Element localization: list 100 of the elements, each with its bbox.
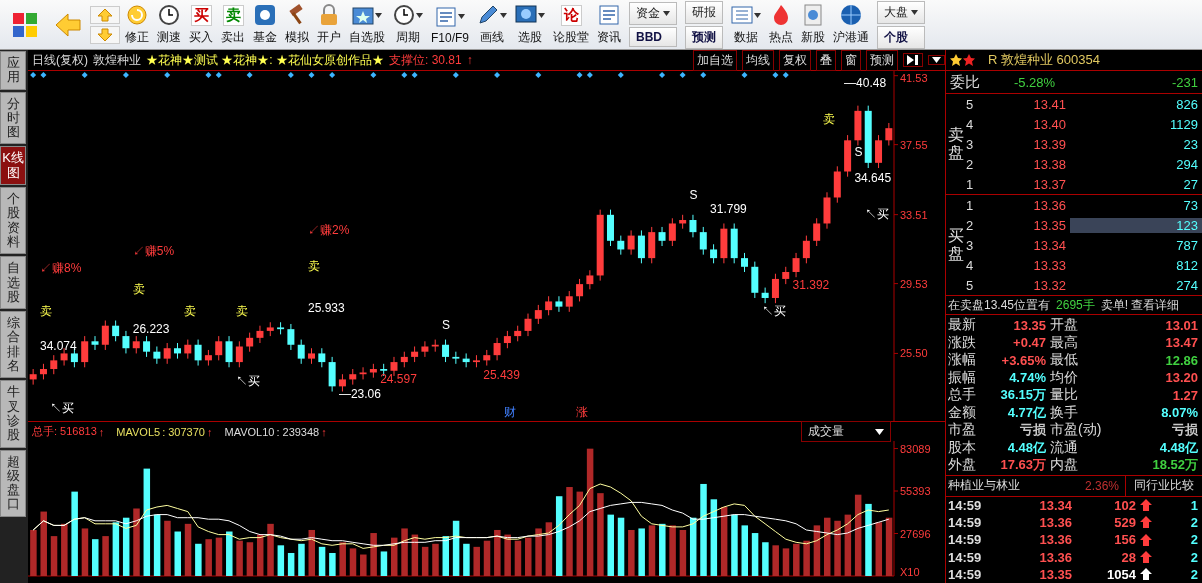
total-volume-label: 总手: 516813 (32, 424, 97, 439)
toolbar-button[interactable]: 开户 (314, 0, 344, 49)
mavol5-value: : 307370 (162, 425, 205, 438)
toolbar-button[interactable]: 买 买入 (186, 0, 216, 49)
unit-label: X10 (900, 566, 920, 578)
toolbar-button[interactable]: F10/F9 (428, 0, 472, 49)
toolbar-button[interactable]: 自选股 (346, 0, 388, 49)
toolbar-button[interactable]: 周期 (390, 0, 426, 49)
toolbar-button[interactable]: 新股 (798, 0, 828, 49)
trade-count: 2 (1189, 549, 1198, 565)
notice-link[interactable]: 卖单! 查看详细 (1100, 296, 1180, 314)
chart-button[interactable]: 叠 (816, 49, 836, 71)
toolbar-button[interactable]: 个股 (877, 25, 925, 49)
toolbar-button[interactable]: 大盘 (877, 0, 925, 24)
order-price: 13.32 (1032, 277, 1066, 293)
chart-button[interactable]: 窗 (841, 49, 861, 71)
level-number: 2 (966, 217, 975, 233)
toolbar-button[interactable]: 修正 (122, 0, 152, 49)
side-tab[interactable]: 牛叉诊股 (0, 380, 26, 448)
chart-button[interactable]: 复权 (779, 49, 811, 71)
toolbar-button[interactable]: 测速 (154, 0, 184, 49)
axis-label: 55393 (900, 485, 931, 497)
trade-volume: 102 (1113, 497, 1136, 513)
level-number: 5 (966, 277, 975, 293)
stat-value: 13.01 (1164, 317, 1198, 333)
toolbar-button[interactable]: 资金 (629, 2, 677, 25)
side-tab[interactable]: 个股资料 (0, 187, 26, 255)
side-tab[interactable]: 超级盘口 (0, 449, 26, 517)
chart-annotation: 卖 (308, 259, 320, 274)
toolbar-button[interactable]: 卖 卖出 (218, 0, 248, 49)
stat-label: 最低 (1049, 351, 1079, 369)
stat-value: 13.47 (1164, 335, 1198, 350)
toolbar-button[interactable]: 模拟 (282, 0, 312, 49)
toolbar-button[interactable]: 资讯 (594, 0, 624, 49)
chart-annotation: 24.597 (380, 371, 417, 386)
order-volume: 274 (1175, 277, 1199, 293)
chart-button[interactable]: 均线 (742, 49, 774, 71)
chart-annotation: 25.933 (308, 300, 345, 315)
chart-annotation: ↖买 (50, 401, 75, 416)
stat-value: 12.86 (1164, 352, 1198, 368)
stat-value: 13.20 (1164, 370, 1198, 385)
chart-annotation: ↖买 (235, 373, 260, 388)
toolbar-button[interactable]: 热点 (766, 0, 796, 49)
chart-annotation: 卖 (235, 304, 248, 319)
side-tab[interactable]: 自选股 (0, 256, 26, 310)
stat-label: 总手 (948, 386, 977, 404)
stat-value: 亏损 (1171, 421, 1198, 439)
side-tab[interactable]: K线图 (0, 146, 26, 186)
chart-annotation: S (854, 144, 863, 159)
toolbar-button[interactable]: BBD (629, 27, 677, 47)
side-tab[interactable]: 综合排名 (0, 311, 26, 379)
trade-time: 14:59 (948, 549, 983, 565)
trade-count: 2 (1189, 566, 1198, 582)
chart-button[interactable]: 加自选 (693, 49, 737, 71)
chart-annotation: —40.48 (844, 75, 887, 90)
order-price: 13.37 (1032, 176, 1066, 192)
level-number: 3 (966, 237, 975, 253)
toolbar-button[interactable]: 画线 (474, 0, 510, 49)
side-tab[interactable]: 应用 (0, 51, 26, 90)
stat-value: 4.77亿 (1006, 403, 1046, 422)
order-price: 13.39 (1032, 136, 1066, 152)
chart-annotation: S (442, 318, 451, 333)
order-price: 13.36 (1032, 197, 1066, 213)
toolbar-button[interactable]: 研报 (685, 0, 723, 24)
chart-annotation: 26.223 (132, 321, 170, 336)
mavol10-value: : 239348 (276, 425, 320, 438)
level-number: 3 (966, 136, 975, 152)
axis-label: 37.55 (900, 138, 928, 151)
toolbar-button[interactable]: 数据 (728, 0, 764, 49)
stat-value: 4.74% (1008, 370, 1046, 385)
stock-title: R 敦煌种业 600354 (988, 51, 1100, 69)
chart-annotation: S (689, 188, 698, 203)
trade-price: 13.34 (1038, 497, 1072, 513)
stat-value: +3.65% (1000, 352, 1046, 368)
ratio-percent: -5.28% (1012, 74, 1057, 90)
stat-label: 开盘 (1049, 316, 1079, 334)
level-number: 4 (966, 116, 975, 132)
toolbar-button[interactable]: 预测 (685, 25, 723, 49)
stat-label: 振幅 (948, 368, 977, 387)
side-tab[interactable]: 分时图 (0, 91, 26, 145)
toolbar-button[interactable]: 论 论股堂 (550, 0, 592, 49)
stat-value: 13.35 (1012, 317, 1046, 333)
stat-label: 涨跌 (948, 333, 977, 352)
chart-annotation: ↙赚2% (308, 222, 350, 237)
axis-label: 29.53 (900, 277, 928, 290)
chart-annotation: 31.392 (792, 278, 830, 293)
toolbar-button[interactable]: 沪港通 (830, 0, 872, 49)
order-volume: 826 (1175, 96, 1199, 112)
indicator-dropdown[interactable]: 成交量 (801, 421, 891, 442)
stat-label: 市盈(动) (1049, 421, 1103, 439)
mavol10-label: MAVOL10 (224, 425, 275, 438)
ratio-difference: -231 (1170, 74, 1198, 90)
toolbar-button[interactable]: 选股 (512, 0, 548, 49)
order-volume: 73 (1182, 197, 1199, 213)
toolbar-button[interactable]: 基金 (250, 0, 280, 49)
chart-button[interactable]: 预测 (866, 49, 898, 71)
level-number: 5 (966, 96, 975, 112)
glyph-icon: 卖 (222, 4, 244, 26)
stat-label: 金额 (948, 403, 977, 422)
order-volume: 1129 (1169, 116, 1199, 132)
